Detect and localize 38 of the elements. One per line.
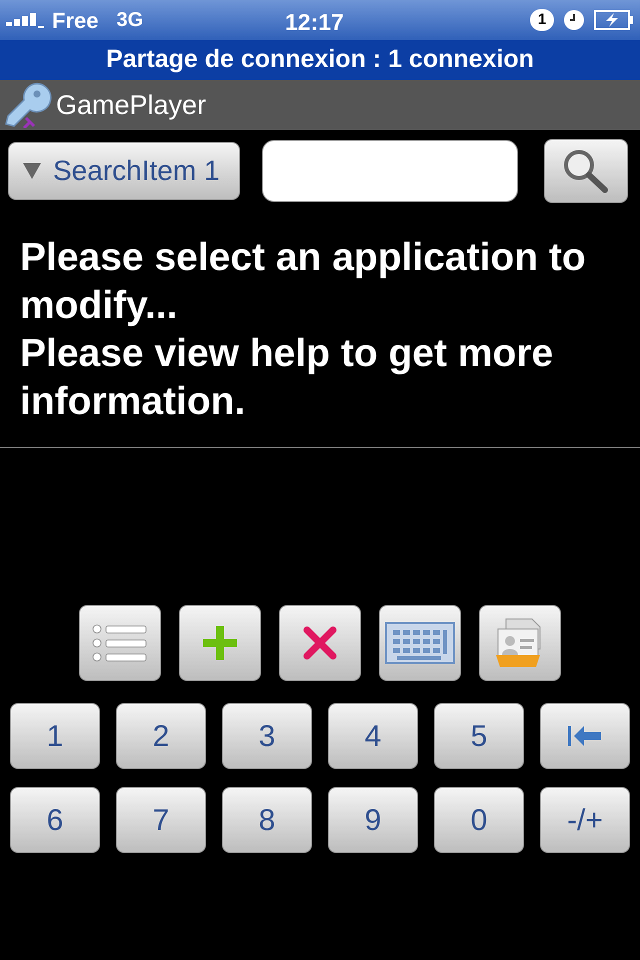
keypad-key[interactable]: 6 — [10, 787, 100, 853]
search-button[interactable] — [544, 139, 628, 203]
key-icon — [4, 82, 52, 128]
plus-icon — [201, 624, 239, 662]
network-type: 3G — [116, 8, 144, 33]
toolbar-button[interactable] — [279, 605, 361, 681]
keypad-key[interactable]: 8 — [222, 787, 312, 853]
keyboard-icon — [385, 622, 455, 664]
instruction-text: Please view help to get more information. — [20, 331, 554, 425]
list-icon — [92, 622, 148, 664]
carrier-name: Free — [52, 6, 98, 34]
battery-icon — [594, 10, 634, 30]
app-title: GamePlayer — [56, 88, 206, 122]
keypad-key[interactable]: 4 — [328, 703, 418, 769]
keypad-key[interactable]: 1 — [10, 703, 100, 769]
search-icon — [561, 148, 611, 194]
keypad-key[interactable]: 5 — [434, 703, 524, 769]
instruction-text: Please select an application to modify... — [20, 235, 587, 329]
close-icon — [303, 626, 337, 660]
keypad-key[interactable]: -/+ — [540, 787, 630, 853]
keypad-key[interactable]: 0 — [434, 787, 524, 853]
keypad-key[interactable]: 9 — [328, 787, 418, 853]
keypad-key[interactable]: 7 — [116, 787, 206, 853]
keypad-key[interactable]: 3 — [222, 703, 312, 769]
search-dropdown[interactable]: SearchItem 1 — [8, 142, 240, 200]
dropdown-icon — [23, 163, 41, 179]
status-time: 12:17 — [285, 8, 344, 37]
toolbar-button[interactable] — [379, 605, 461, 681]
notification-badge: 1 — [530, 9, 554, 31]
toolbar-button[interactable] — [179, 605, 261, 681]
clock-icon — [564, 10, 584, 30]
toolbar-button[interactable] — [479, 605, 561, 681]
toolbar-button[interactable] — [79, 605, 161, 681]
search-field[interactable] — [262, 140, 518, 202]
banner-text: Partage de connexion : 1 connexion — [106, 44, 534, 76]
backspace-key[interactable] — [540, 703, 630, 769]
backspace-icon — [568, 725, 602, 747]
keypad-key[interactable]: 2 — [116, 703, 206, 769]
